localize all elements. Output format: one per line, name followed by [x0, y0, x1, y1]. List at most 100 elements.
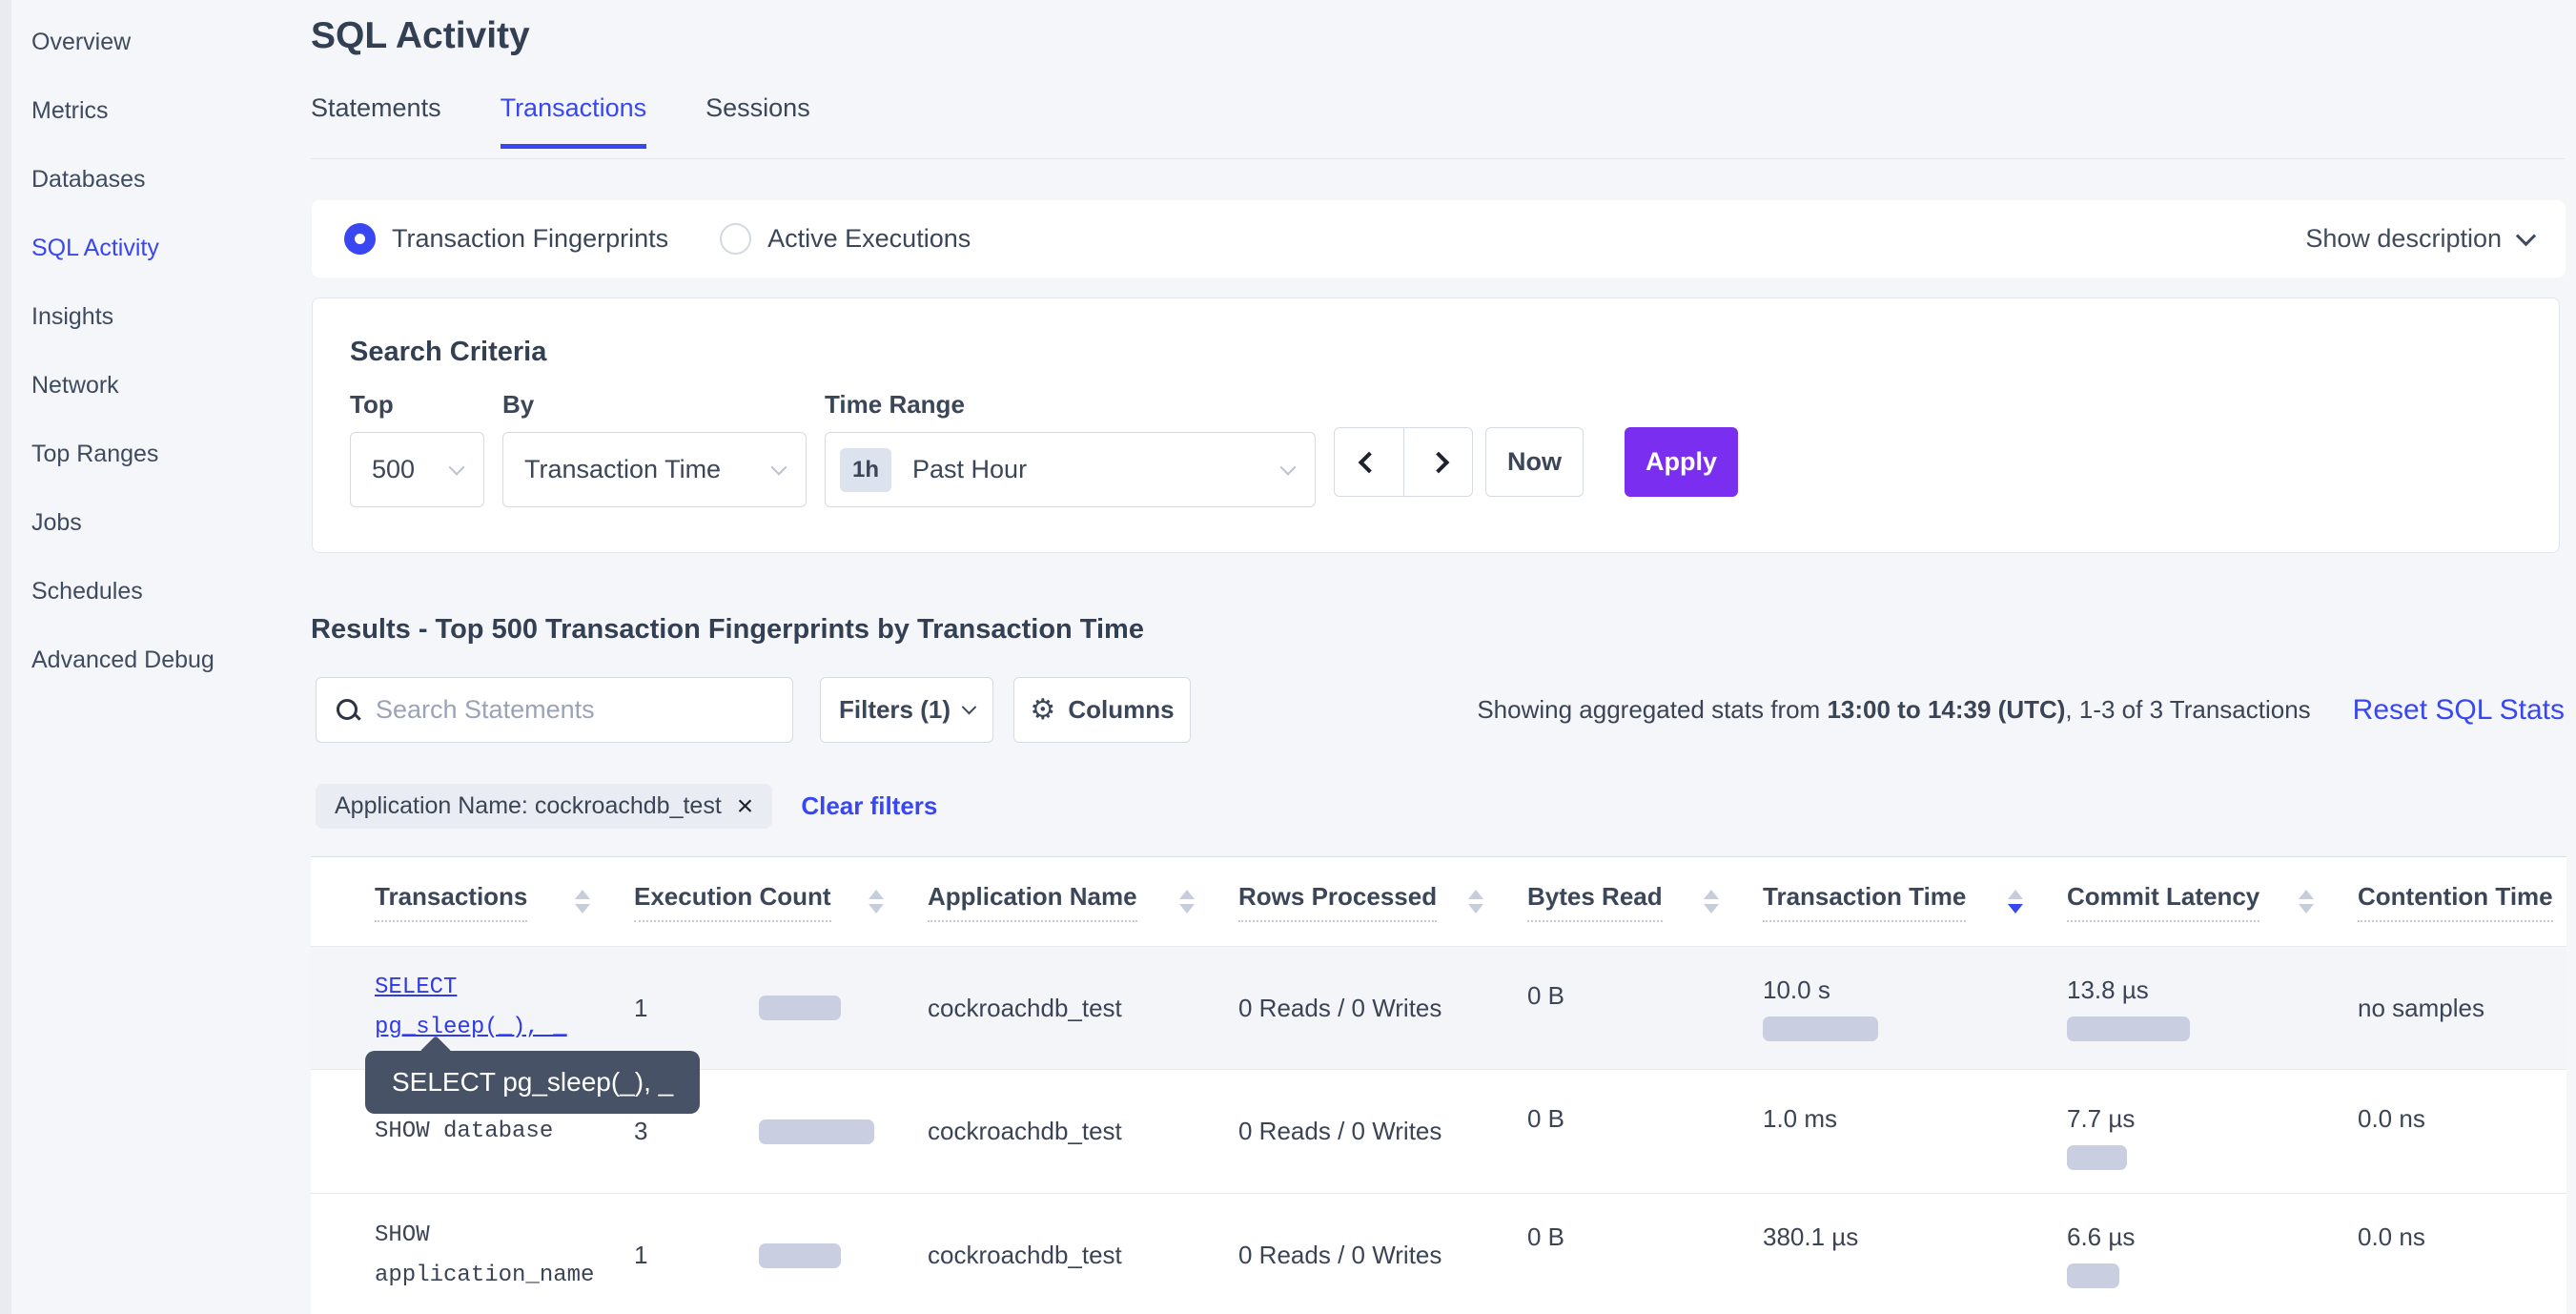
time-step-buttons — [1334, 427, 1473, 497]
sidebar-item-schedules[interactable]: Schedules — [11, 557, 288, 626]
results-heading: Results - Top 500 Transaction Fingerprin… — [311, 614, 1144, 646]
sidebar-item-network[interactable]: Network — [11, 351, 288, 420]
sort-icons[interactable] — [1704, 890, 1719, 914]
show-description-toggle[interactable]: Show description — [2305, 224, 2533, 254]
commit-latency-bar — [2067, 1263, 2119, 1288]
execution-count-bar — [759, 996, 841, 1020]
sort-desc-icon[interactable] — [869, 904, 884, 914]
reset-sql-stats-link[interactable]: Reset SQL Stats — [2353, 694, 2565, 727]
sort-asc-icon[interactable] — [869, 890, 884, 899]
sort-asc-icon[interactable] — [1179, 890, 1195, 899]
by-select[interactable]: Transaction Time — [502, 432, 807, 507]
tab-bar: Statements Transactions Sessions — [311, 93, 869, 149]
by-label: By — [502, 390, 807, 420]
sort-icons[interactable] — [869, 890, 884, 914]
transaction-cell: SHOW database — [311, 1112, 634, 1152]
column-label[interactable]: Application Name — [928, 882, 1137, 922]
sidebar-item-metrics[interactable]: Metrics — [11, 76, 288, 145]
chevron-right-icon — [1427, 451, 1449, 473]
sort-asc-icon[interactable] — [2299, 890, 2314, 899]
sort-icons[interactable] — [1468, 890, 1483, 914]
rows-processed-cell: 0 Reads / 0 Writes — [1238, 1241, 1527, 1270]
sort-desc-icon[interactable] — [1704, 904, 1719, 914]
sidebar-item-sql-activity[interactable]: SQL Activity — [11, 214, 288, 282]
previous-time-button[interactable] — [1335, 428, 1403, 496]
column-header-rows-processed: Rows Processed — [1238, 882, 1527, 922]
stats-area: Showing aggregated stats from 13:00 to 1… — [1555, 677, 2565, 743]
sort-icons[interactable] — [575, 890, 590, 914]
column-label[interactable]: Transactions — [375, 882, 527, 922]
sort-icons[interactable] — [1179, 890, 1195, 914]
time-range-select[interactable]: 1h Past Hour — [825, 432, 1316, 507]
transaction-fingerprint-text[interactable]: SHOW database — [375, 1119, 553, 1144]
column-header-transactions: Transactions — [311, 882, 634, 922]
statement-tooltip: SELECT pg_sleep(_), _ — [365, 1051, 700, 1114]
sidebar-item-insights[interactable]: Insights — [11, 282, 288, 351]
now-button[interactable]: Now — [1485, 427, 1584, 497]
next-time-button[interactable] — [1403, 428, 1472, 496]
tab-transactions[interactable]: Transactions — [501, 93, 647, 149]
filter-chip: Application Name: cockroachdb_test × — [316, 784, 772, 829]
sort-asc-icon[interactable] — [1704, 890, 1719, 899]
sort-icons[interactable] — [2008, 890, 2023, 914]
chevron-down-icon — [1280, 459, 1297, 475]
stats-time-range: 13:00 to 14:39 (UTC) — [1827, 695, 2065, 724]
radio-label: Transaction Fingerprints — [392, 224, 668, 254]
radio-unselected-icon[interactable] — [720, 223, 751, 255]
gear-icon: ⚙ — [1030, 693, 1055, 727]
apply-button[interactable]: Apply — [1625, 427, 1738, 497]
sort-asc-icon[interactable] — [575, 890, 590, 899]
results-toolbar: Filters (1) ⚙ Columns Showing aggregated… — [316, 677, 2565, 744]
table-header-row: Transactions Execution Count Application… — [311, 857, 2566, 946]
top-select[interactable]: 500 — [350, 432, 484, 507]
column-label[interactable]: Execution Count — [634, 882, 831, 922]
sort-asc-icon[interactable] — [2008, 890, 2023, 899]
search-box[interactable] — [316, 677, 793, 743]
filters-button[interactable]: Filters (1) — [820, 677, 993, 743]
time-range-value: Past Hour — [912, 455, 1027, 484]
sidebar-item-overview[interactable]: Overview — [11, 8, 288, 76]
transaction-fingerprint-link[interactable]: SELECT pg_sleep(_), _ — [375, 975, 567, 1040]
transaction-time-cell: 10.0 s — [1763, 975, 2067, 1041]
sidebar-item-advanced-debug[interactable]: Advanced Debug — [11, 626, 288, 694]
column-header-execution-count: Execution Count — [634, 882, 928, 922]
sort-desc-active-icon[interactable] — [2008, 904, 2023, 914]
sidebar-item-databases[interactable]: Databases — [11, 145, 288, 214]
column-label[interactable]: Transaction Time — [1763, 882, 1966, 922]
sort-desc-icon[interactable] — [2299, 904, 2314, 914]
application-name-cell: cockroachdb_test — [928, 1241, 1238, 1270]
search-input[interactable] — [376, 695, 773, 725]
clear-filters-link[interactable]: Clear filters — [801, 791, 937, 821]
column-header-bytes-read: Bytes Read — [1527, 882, 1763, 922]
application-name-cell: cockroachdb_test — [928, 994, 1238, 1023]
sidebar-item-jobs[interactable]: Jobs — [11, 488, 288, 557]
sort-icons[interactable] — [2299, 890, 2314, 914]
radio-selected-icon[interactable] — [344, 223, 376, 255]
commit-latency-cell: 7.7 µs — [2067, 1070, 2358, 1170]
column-label[interactable]: Commit Latency — [2067, 882, 2259, 922]
sort-desc-icon[interactable] — [1179, 904, 1195, 914]
sidebar-item-top-ranges[interactable]: Top Ranges — [11, 420, 288, 488]
sort-asc-icon[interactable] — [1468, 890, 1483, 899]
view-toggle-bar: Transaction Fingerprints Active Executio… — [312, 200, 2566, 277]
columns-button[interactable]: ⚙ Columns — [1013, 677, 1191, 743]
column-label[interactable]: Contention Time — [2358, 882, 2553, 922]
tab-statements[interactable]: Statements — [311, 93, 441, 149]
commit-latency-cell: 6.6 µs — [2067, 1194, 2358, 1288]
chevron-down-icon — [2516, 226, 2536, 246]
transaction-fingerprint-text[interactable]: SHOW application_name — [375, 1222, 594, 1288]
remove-filter-icon[interactable]: × — [737, 792, 754, 821]
window-edge — [0, 0, 11, 1314]
search-criteria-panel: Search Criteria Top 500 By Transaction T… — [312, 298, 2560, 553]
sort-desc-icon[interactable] — [1468, 904, 1483, 914]
radio-active-executions[interactable]: Active Executions — [720, 223, 971, 255]
filter-chip-label: Application Name: cockroachdb_test — [335, 792, 722, 820]
column-label[interactable]: Rows Processed — [1238, 882, 1437, 922]
column-label[interactable]: Bytes Read — [1527, 882, 1663, 922]
tab-sessions[interactable]: Sessions — [705, 93, 810, 149]
radio-transaction-fingerprints[interactable]: Transaction Fingerprints — [344, 223, 668, 255]
contention-time-cell: no samples — [2358, 994, 2566, 1023]
transaction-cell: SHOW application_name — [311, 1216, 634, 1296]
by-select-value: Transaction Time — [524, 455, 721, 484]
sort-desc-icon[interactable] — [575, 904, 590, 914]
